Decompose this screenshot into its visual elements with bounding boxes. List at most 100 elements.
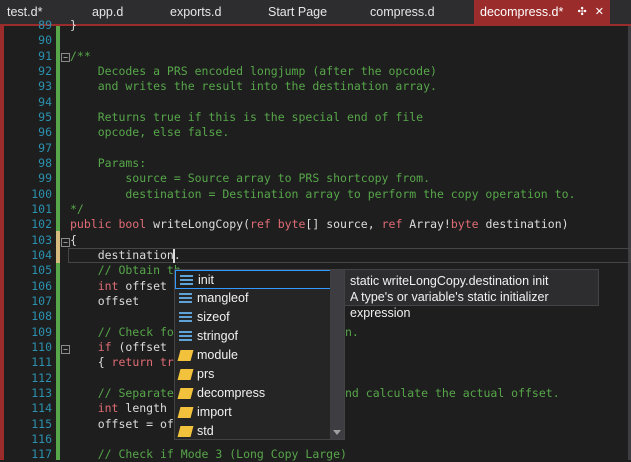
change-bar-saved [56, 263, 60, 460]
line-number: 115 [31, 417, 52, 431]
code-line: // Obtain th [70, 263, 181, 277]
line-number: 94 [38, 95, 52, 109]
keyword: if [97, 340, 112, 354]
keyword: ref byte [250, 217, 306, 231]
completion-label: module [197, 348, 238, 362]
completion-item-import[interactable]: import [175, 403, 331, 422]
pin-icon[interactable]: ✣ [578, 6, 587, 18]
module-icon [177, 407, 194, 418]
code-line: source = Source array to PRS shortcopy f… [70, 171, 431, 185]
line-number: 99 [38, 171, 52, 185]
scroll-down-icon[interactable] [333, 430, 341, 435]
code-line: /** [70, 49, 91, 63]
line-number: 110 [31, 340, 52, 354]
tab-label: exports.d [170, 5, 222, 19]
code-line: public bool writeLongCopy(ref byte[] sou… [70, 217, 569, 232]
change-bar-unsaved [56, 231, 60, 263]
line-number: 97 [38, 141, 52, 155]
keyword: ref [381, 217, 403, 231]
completion-label: import [197, 405, 232, 419]
line-number: 111 [31, 355, 52, 369]
tab-bar: test.d* app.d exports.d Start Page compr… [0, 0, 631, 26]
code-line: */ [70, 202, 84, 216]
line-number: 116 [31, 432, 52, 446]
tab-label: compress.d [370, 5, 435, 19]
code-line-tail: nd calculate the actual offset. [345, 386, 560, 400]
code-text: destination) [478, 217, 569, 231]
fold-toggle[interactable]: − [61, 53, 70, 62]
completion-label: prs [197, 367, 215, 381]
tab-label: test.d* [7, 5, 43, 19]
code-text: length = [118, 401, 181, 415]
keyword: int [97, 401, 119, 415]
code-text: writeLongCopy( [146, 217, 251, 231]
code-text: Array! [402, 217, 451, 231]
code-text: offset [118, 279, 167, 293]
module-icon [177, 388, 194, 399]
code-line-current: destination. [70, 248, 181, 262]
line-number: 92 [38, 64, 52, 78]
code-text: (offset = [111, 340, 181, 354]
completion-item-mangleof[interactable]: mangleof [175, 289, 331, 308]
close-icon[interactable]: ✕ [595, 6, 604, 18]
tooltip-signature: static writeLongCopy.destination init [350, 274, 549, 288]
completion-item-module[interactable]: module [175, 346, 331, 365]
module-icon [177, 426, 194, 437]
line-number: 107 [31, 294, 52, 308]
keyword: return tru [111, 355, 181, 369]
completion-item-prs[interactable]: prs [175, 365, 331, 384]
code-line: int offset [70, 279, 167, 294]
line-number: 106 [31, 279, 52, 293]
code-line-tail: n. [345, 325, 359, 339]
line-number: 98 [38, 156, 52, 170]
line-number: 105 [31, 263, 52, 277]
code-line: // Check for [70, 325, 181, 339]
keyword: int [97, 279, 119, 293]
code-line: Params: [70, 156, 147, 170]
line-number: 114 [31, 401, 52, 415]
code-line: // Separate [70, 386, 174, 400]
tab-decompress-d[interactable]: decompress.d* ✣ ✕ [474, 0, 610, 24]
code-line: Returns true if this is the special end … [70, 110, 424, 124]
module-icon [177, 350, 194, 361]
line-number: 101 [31, 202, 52, 216]
line-number: 108 [31, 309, 52, 323]
code-line: Decodes a PRS encoded longjump (after th… [70, 64, 437, 78]
completion-item-std[interactable]: std [175, 422, 331, 441]
code-line: destination = Destination array to perfo… [70, 187, 576, 201]
line-number: 100 [31, 187, 52, 201]
completion-scrollbar[interactable] [330, 270, 344, 439]
line-number: 104 [31, 248, 52, 262]
code-line: { [70, 233, 77, 247]
fold-toggle[interactable]: − [61, 238, 70, 247]
tab-start-page[interactable]: Start Page [268, 0, 327, 24]
completion-item-decompress[interactable]: decompress [175, 384, 331, 403]
line-number: 93 [38, 79, 52, 93]
completion-label: mangleof [197, 291, 249, 305]
tab-exports-d[interactable]: exports.d [170, 0, 221, 24]
field-icon [179, 331, 192, 342]
code-line: and writes the result into the destinati… [70, 79, 437, 93]
line-number: 109 [31, 325, 52, 339]
line-number: 96 [38, 125, 52, 139]
completion-item-init[interactable]: init [175, 270, 331, 289]
field-icon [180, 275, 193, 286]
completion-label: std [197, 424, 214, 438]
line-number: 89 [38, 18, 52, 32]
code-line: offset = off [70, 417, 181, 431]
tab-label: Start Page [268, 5, 328, 19]
fold-toggle[interactable]: − [61, 345, 70, 354]
completion-item-sizeof[interactable]: sizeof [175, 308, 331, 327]
code-line: int length = [70, 401, 181, 416]
tab-compress-d[interactable]: compress.d [370, 0, 435, 24]
tab-app-d[interactable]: app.d [92, 0, 123, 24]
completion-tooltip: static writeLongCopy.destination init A … [344, 269, 599, 320]
completion-item-stringof[interactable]: stringof [175, 327, 331, 346]
completion-list[interactable]: init mangleof sizeof stringof module prs… [174, 269, 345, 440]
field-icon [179, 293, 192, 304]
module-icon [177, 369, 194, 380]
line-number: 113 [31, 386, 52, 400]
completion-label: init [198, 273, 214, 287]
code-line: opcode, else false. [70, 125, 230, 139]
code-line: } [70, 18, 77, 32]
